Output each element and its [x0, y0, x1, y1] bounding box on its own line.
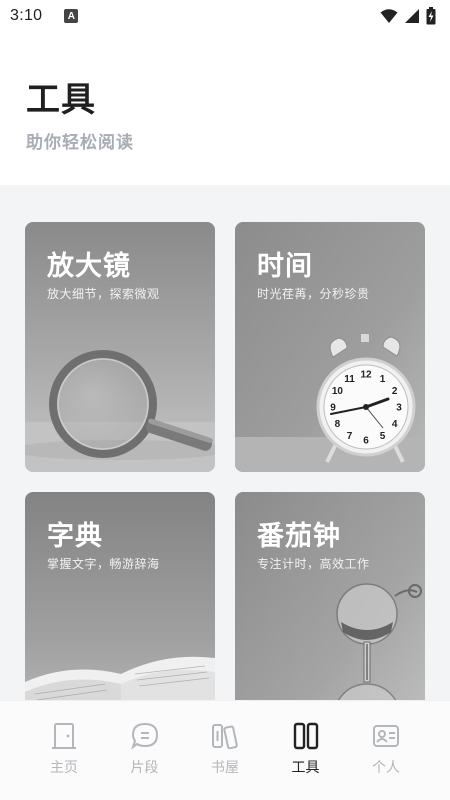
- door-icon: [52, 723, 76, 749]
- chat-bubble-icon: [130, 722, 158, 750]
- clock-number: 7: [347, 431, 353, 442]
- page-header: 工具 助你轻松阅读: [0, 32, 450, 185]
- clock-number: 9: [330, 403, 336, 414]
- tool-card-dictionary[interactable]: 字典 掌握文字，畅游辞海: [25, 492, 215, 700]
- nav-item-snippets[interactable]: 片段: [105, 701, 185, 800]
- nav-item-bookshelf[interactable]: 书屋: [185, 701, 265, 800]
- nav-item-home[interactable]: 主页: [24, 701, 104, 800]
- clock-number: 12: [360, 370, 372, 381]
- tool-title: 放大镜: [47, 251, 131, 282]
- tool-description: 时光荏苒，分秒珍贵: [257, 287, 370, 301]
- tool-title: 番茄钟: [257, 521, 341, 552]
- clock-number: 8: [335, 419, 341, 430]
- clock-number: 11: [344, 374, 355, 385]
- tool-card-pomodoro[interactable]: 番茄钟 专注计时，高效工作: [235, 492, 425, 700]
- battery-icon: [426, 7, 436, 25]
- page-title: 工具: [26, 80, 96, 120]
- clock-number: 4: [392, 419, 398, 430]
- status-time: 3:10: [10, 7, 43, 24]
- notification-a-icon: A: [64, 9, 79, 23]
- nav-label: 主页: [50, 760, 78, 776]
- tool-description: 放大细节，探索微观: [47, 287, 160, 301]
- nav-item-profile[interactable]: 个人: [346, 701, 426, 800]
- tools-icon: [293, 722, 318, 750]
- cell-signal-icon: [405, 9, 419, 23]
- tools-grid: 放大镜 放大细节，探索微观 12 1 2 3 4 5 6 7 8 9 10 11…: [0, 185, 450, 700]
- tool-description: 专注计时，高效工作: [257, 557, 370, 571]
- nav-label: 工具: [291, 760, 320, 776]
- clock-number: 2: [392, 386, 398, 397]
- books-icon: [212, 724, 238, 750]
- clock-number: 10: [332, 386, 344, 397]
- tool-title: 时间: [257, 251, 313, 282]
- tool-card-magnifier[interactable]: 放大镜 放大细节，探索微观: [25, 222, 215, 472]
- id-card-icon: [373, 725, 399, 747]
- wifi-icon: [380, 9, 398, 23]
- status-icons: [380, 7, 436, 25]
- tool-title: 字典: [47, 521, 103, 552]
- nav-item-tools[interactable]: 工具: [266, 701, 346, 800]
- clock-number: 5: [380, 431, 386, 442]
- nav-label: 书屋: [211, 760, 239, 776]
- nav-label: 个人: [372, 760, 400, 776]
- page-subtitle: 助你轻松阅读: [26, 133, 134, 153]
- tool-card-time[interactable]: 12 1 2 3 4 5 6 7 8 9 10 11 时间 时光荏苒，分秒珍贵: [235, 222, 425, 472]
- nav-label: 片段: [130, 760, 159, 776]
- status-bar: 3:10 A: [0, 0, 450, 32]
- bottom-nav: 主页 片段 书屋 工具 个人: [0, 700, 450, 800]
- clock-number: 1: [380, 374, 386, 385]
- clock-number: 3: [396, 403, 402, 414]
- clock-number: 6: [363, 436, 369, 447]
- tool-description: 掌握文字，畅游辞海: [47, 557, 160, 571]
